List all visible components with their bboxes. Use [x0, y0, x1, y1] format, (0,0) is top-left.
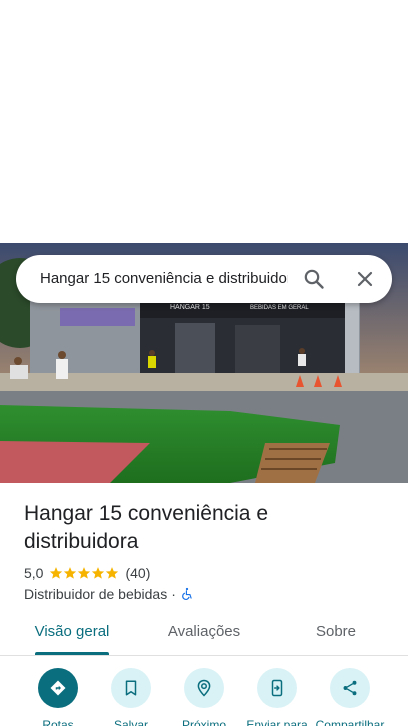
- action-bar: Rotas Salvar Próximo Enviar para Compart…: [0, 668, 408, 726]
- tab-overview[interactable]: Visão geral: [24, 612, 120, 654]
- category-row: Distribuidor de bebidas ·: [24, 584, 194, 604]
- star-rating: [49, 566, 119, 580]
- directions-label: Rotas: [42, 718, 74, 726]
- send-to-phone-button[interactable]: Enviar para: [239, 668, 315, 726]
- search-bar[interactable]: Hangar 15 conveniência e distribuidora: [16, 255, 392, 303]
- directions-icon: [50, 680, 66, 696]
- tab-reviews[interactable]: Avaliações: [156, 612, 252, 654]
- map-area-blank: [0, 0, 408, 243]
- close-icon[interactable]: [353, 267, 377, 291]
- send-to-phone-icon: [271, 679, 283, 697]
- place-category: Distribuidor de bebidas: [24, 586, 168, 602]
- nearby-icon: [197, 679, 211, 697]
- separator-dot: ·: [171, 586, 176, 602]
- star-icon: [50, 567, 63, 579]
- search-input[interactable]: Hangar 15 conveniência e distribuidora: [40, 255, 288, 303]
- bookmark-icon: [125, 680, 137, 696]
- save-button[interactable]: Salvar: [93, 668, 169, 726]
- nearby-button[interactable]: Próximo: [166, 668, 242, 726]
- share-button[interactable]: Compartilhar: [312, 668, 388, 726]
- star-icon: [106, 567, 119, 579]
- review-count[interactable]: (40): [125, 565, 150, 581]
- rating-value: 5,0: [24, 565, 44, 581]
- star-icon: [78, 567, 91, 579]
- star-icon: [92, 567, 105, 579]
- directions-button[interactable]: Rotas: [20, 668, 96, 726]
- nearby-label: Próximo: [181, 718, 226, 726]
- place-title: Hangar 15 conveniência e distribuidora: [24, 502, 269, 553]
- tab-bar: Visão geral Avaliações Sobre: [0, 612, 408, 656]
- sign-brand-text: HANGAR 15: [170, 304, 210, 311]
- tab-about[interactable]: Sobre: [296, 612, 376, 654]
- rating-row[interactable]: 5,0 (40): [24, 563, 150, 583]
- send-to-phone-label: Enviar para: [246, 718, 308, 726]
- save-label: Salvar: [113, 718, 148, 726]
- star-icon: [64, 567, 77, 579]
- share-label: Compartilhar: [315, 718, 385, 726]
- search-icon[interactable]: [302, 267, 326, 291]
- sign-banner-text: BEBIDAS EM GERAL: [250, 305, 309, 311]
- wheelchair-icon: [182, 587, 192, 600]
- active-tab-indicator: [35, 652, 109, 655]
- share-icon: [343, 680, 357, 696]
